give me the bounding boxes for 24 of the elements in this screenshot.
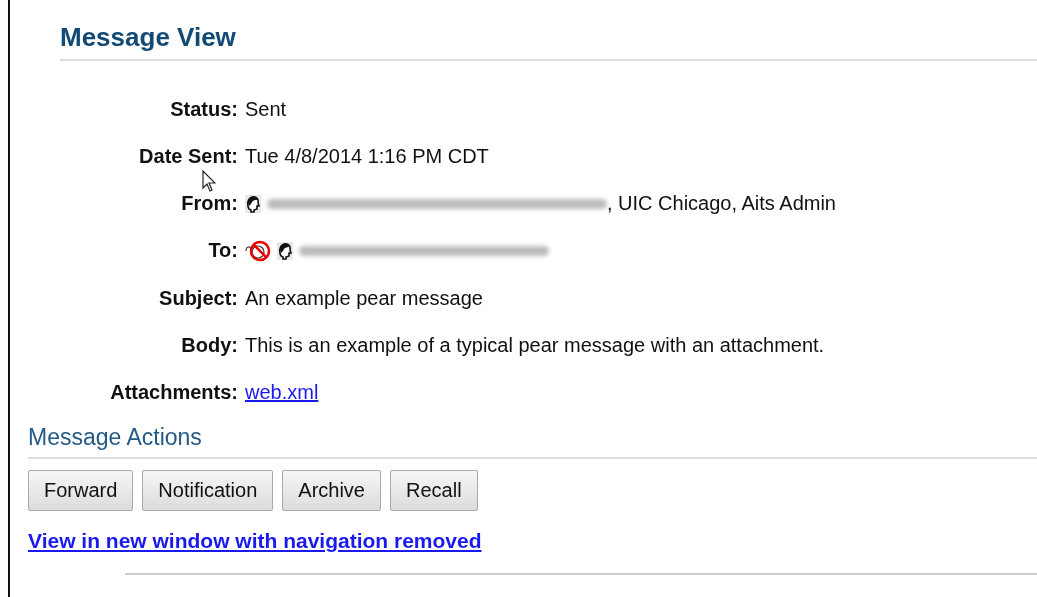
field-label: Subject: <box>158 287 238 310</box>
action-button[interactable]: Archive <box>282 470 381 511</box>
field-label: Date Sent: <box>138 145 238 168</box>
field-value: Tue 4/8/2014 1:16 PM CDT <box>245 145 489 168</box>
field-label: To: <box>207 239 238 263</box>
section-heading: Message Actions <box>28 424 1037 459</box>
no-entry-icon <box>245 239 271 263</box>
person-icon <box>245 194 261 213</box>
field-label: Attachments: <box>109 381 238 404</box>
action-button[interactable]: Recall <box>390 470 478 511</box>
mouse-cursor-icon <box>202 170 216 192</box>
field-value: , UIC Chicago, Aits Admin <box>607 192 836 215</box>
field-value: This is an example of a typical pear message with an attachment. <box>245 334 825 357</box>
field-label: Body: <box>180 334 238 357</box>
page-title: Message View <box>60 22 1037 61</box>
field-label: From: <box>180 192 238 215</box>
field-value: An example pear message <box>245 287 483 310</box>
action-button[interactable]: Forward <box>28 470 134 511</box>
attachment-link[interactable]: web.xml <box>245 381 319 404</box>
person-icon <box>277 242 293 260</box>
new-window-link[interactable]: View in new window with navigation removed <box>28 529 482 553</box>
field-value: Sent <box>245 98 287 121</box>
field-label: Status: <box>169 98 238 121</box>
action-button[interactable]: Notification <box>142 470 274 511</box>
